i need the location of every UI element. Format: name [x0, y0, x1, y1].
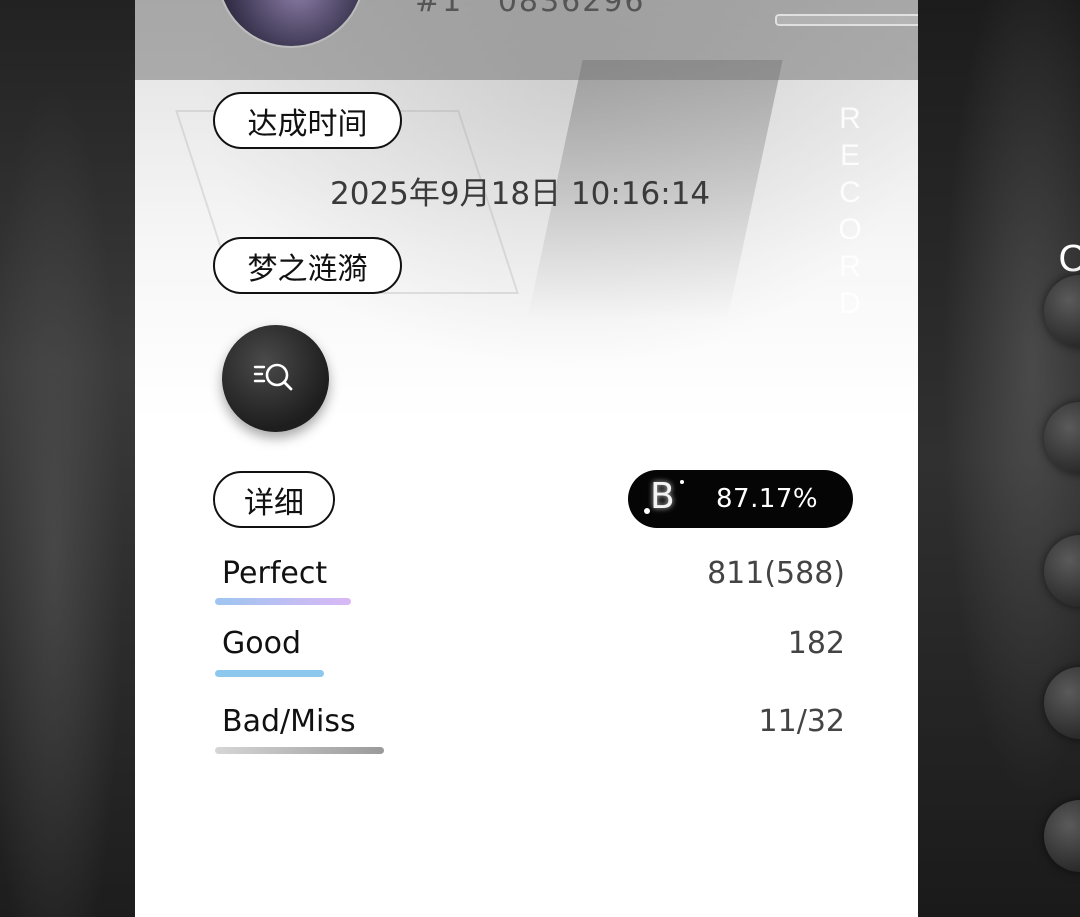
avatar[interactable]: [219, 0, 363, 46]
record-header-bar: #1 0836296: [135, 0, 918, 80]
badmiss-label: Bad/Miss: [222, 704, 356, 739]
perfect-bar: [215, 598, 351, 605]
song-search-button[interactable]: [222, 325, 329, 432]
details-label: 详细: [213, 471, 335, 528]
achieved-time-label: 达成时间: [213, 92, 402, 149]
side-list-button[interactable]: [1044, 667, 1080, 739]
perfect-label: Perfect: [222, 556, 328, 591]
good-label: Good: [222, 626, 301, 661]
score: 0836296: [497, 0, 646, 19]
side-list-button[interactable]: [1044, 535, 1080, 607]
badmiss-bar: [215, 747, 384, 754]
rank: #1: [415, 0, 464, 19]
grade-badge: B 87.17%: [628, 470, 853, 528]
header-progress-bar: [775, 14, 918, 26]
good-value: 182: [787, 626, 845, 661]
background-art-right: C: [918, 0, 1080, 917]
grade-letter: B: [650, 476, 675, 517]
side-list-button[interactable]: [1044, 800, 1080, 872]
achieved-datetime: 2025年9月18日 10:16:14: [330, 176, 711, 212]
song-title: 梦之涟漪: [213, 237, 402, 294]
good-bar: [215, 670, 324, 677]
accuracy-value: 87.17%: [716, 484, 819, 514]
record-vertical-label: RECORD: [838, 102, 864, 320]
rank-and-score: #1 0836296: [415, 0, 645, 19]
sparkle-icon: [680, 480, 684, 484]
badmiss-value: 11/32: [758, 704, 845, 739]
record-detail-panel: RECORD #1 0836296 达成时间 2025年9月18日 10:16:…: [135, 0, 918, 917]
side-list-button[interactable]: [1044, 402, 1080, 474]
list-search-icon: [253, 363, 293, 391]
perfect-value: 811(588): [707, 556, 845, 591]
side-list-button[interactable]: [1044, 275, 1080, 347]
background-art-left: [0, 0, 135, 917]
